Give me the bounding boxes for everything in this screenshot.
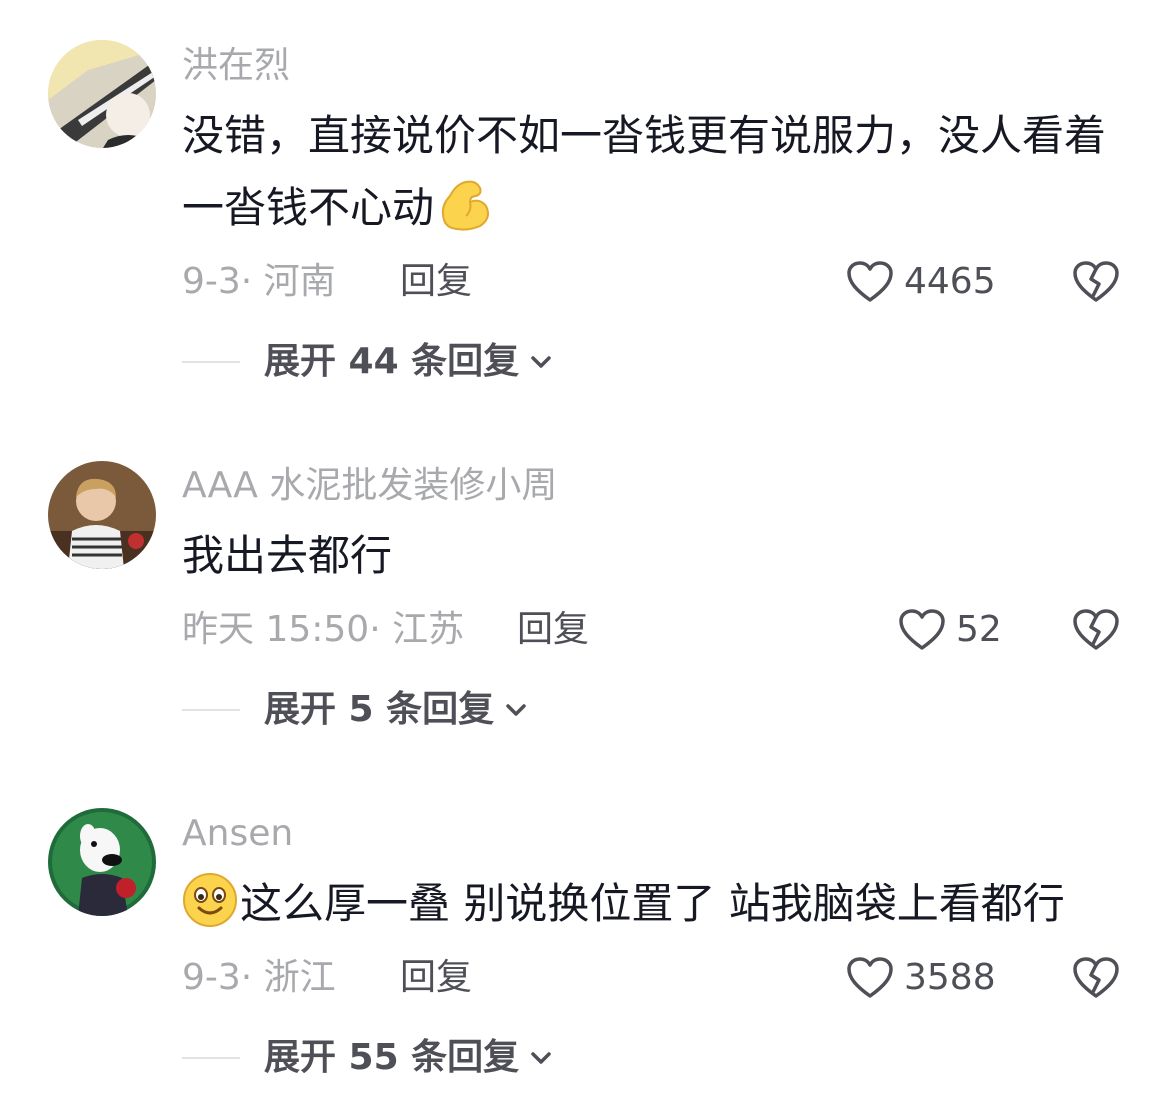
comment-text: 这么厚一叠 别说换位置了 站我脑袋上看都行 <box>182 868 1122 940</box>
dislike-button[interactable] <box>1072 260 1120 304</box>
expand-replies-button[interactable]: 展开 44 条回复 <box>182 340 555 384</box>
heart-outline-icon <box>847 261 893 302</box>
avatar[interactable] <box>48 461 156 569</box>
avatar[interactable] <box>48 40 156 148</box>
comment-text-body: 没错，直接说价不如一沓钱更有说服力，没人看着一沓钱不心动 <box>182 111 1107 232</box>
flexed-biceps-icon <box>441 180 489 231</box>
comment-text-body: 我出去都行 <box>182 531 393 580</box>
comment-text-body: 这么厚一叠 别说换位置了 站我脑袋上看都行 <box>240 879 1065 928</box>
dislike-button[interactable] <box>1072 956 1120 1000</box>
like-button[interactable]: 3588 <box>846 956 996 1000</box>
reply-button[interactable]: 回复 <box>517 608 589 652</box>
divider-line <box>182 709 240 711</box>
chevron-down-icon <box>531 356 551 368</box>
heart-outline-icon <box>847 957 893 998</box>
divider-line <box>182 361 240 363</box>
comment-text: 我出去都行 <box>182 520 1122 592</box>
chevron-down-icon <box>531 1052 551 1064</box>
expand-replies-label: 展开 44 条回复 <box>264 341 520 382</box>
expand-replies-button[interactable]: 展开 55 条回复 <box>182 1036 555 1080</box>
like-button[interactable]: 52 <box>898 608 1002 652</box>
broken-heart-icon <box>1073 609 1119 650</box>
reply-button[interactable]: 回复 <box>400 260 472 304</box>
like-button[interactable]: 4465 <box>846 260 996 304</box>
expand-replies-label: 展开 55 条回复 <box>264 1037 520 1078</box>
reply-button[interactable]: 回复 <box>400 956 472 1000</box>
comment-username[interactable]: Ansen <box>182 812 293 856</box>
dislike-button[interactable] <box>1072 608 1120 652</box>
divider-line <box>182 1057 240 1059</box>
comment-text: 没错，直接说价不如一沓钱更有说服力，没人看着一沓钱不心动 <box>182 100 1122 244</box>
comment-date-location: 昨天 15:50· 江苏 <box>182 609 465 650</box>
comment-username[interactable]: 洪在烈 <box>182 44 290 88</box>
like-count: 3588 <box>904 957 996 998</box>
expand-replies-label: 展开 5 条回复 <box>264 689 495 730</box>
like-count: 4465 <box>904 261 996 302</box>
comment-date-location: 9-3· 河南 <box>182 261 336 302</box>
broken-heart-icon <box>1073 261 1119 302</box>
heart-outline-icon <box>899 609 945 650</box>
smiling-face-icon <box>183 873 237 927</box>
comment-date-location: 9-3· 浙江 <box>182 957 336 998</box>
expand-replies-button[interactable]: 展开 5 条回复 <box>182 688 530 732</box>
avatar[interactable] <box>48 808 156 916</box>
like-count: 52 <box>956 609 1002 650</box>
chevron-down-icon <box>506 704 526 716</box>
broken-heart-icon <box>1073 957 1119 998</box>
comment-username[interactable]: AAA 水泥批发装修小周 <box>182 464 557 508</box>
